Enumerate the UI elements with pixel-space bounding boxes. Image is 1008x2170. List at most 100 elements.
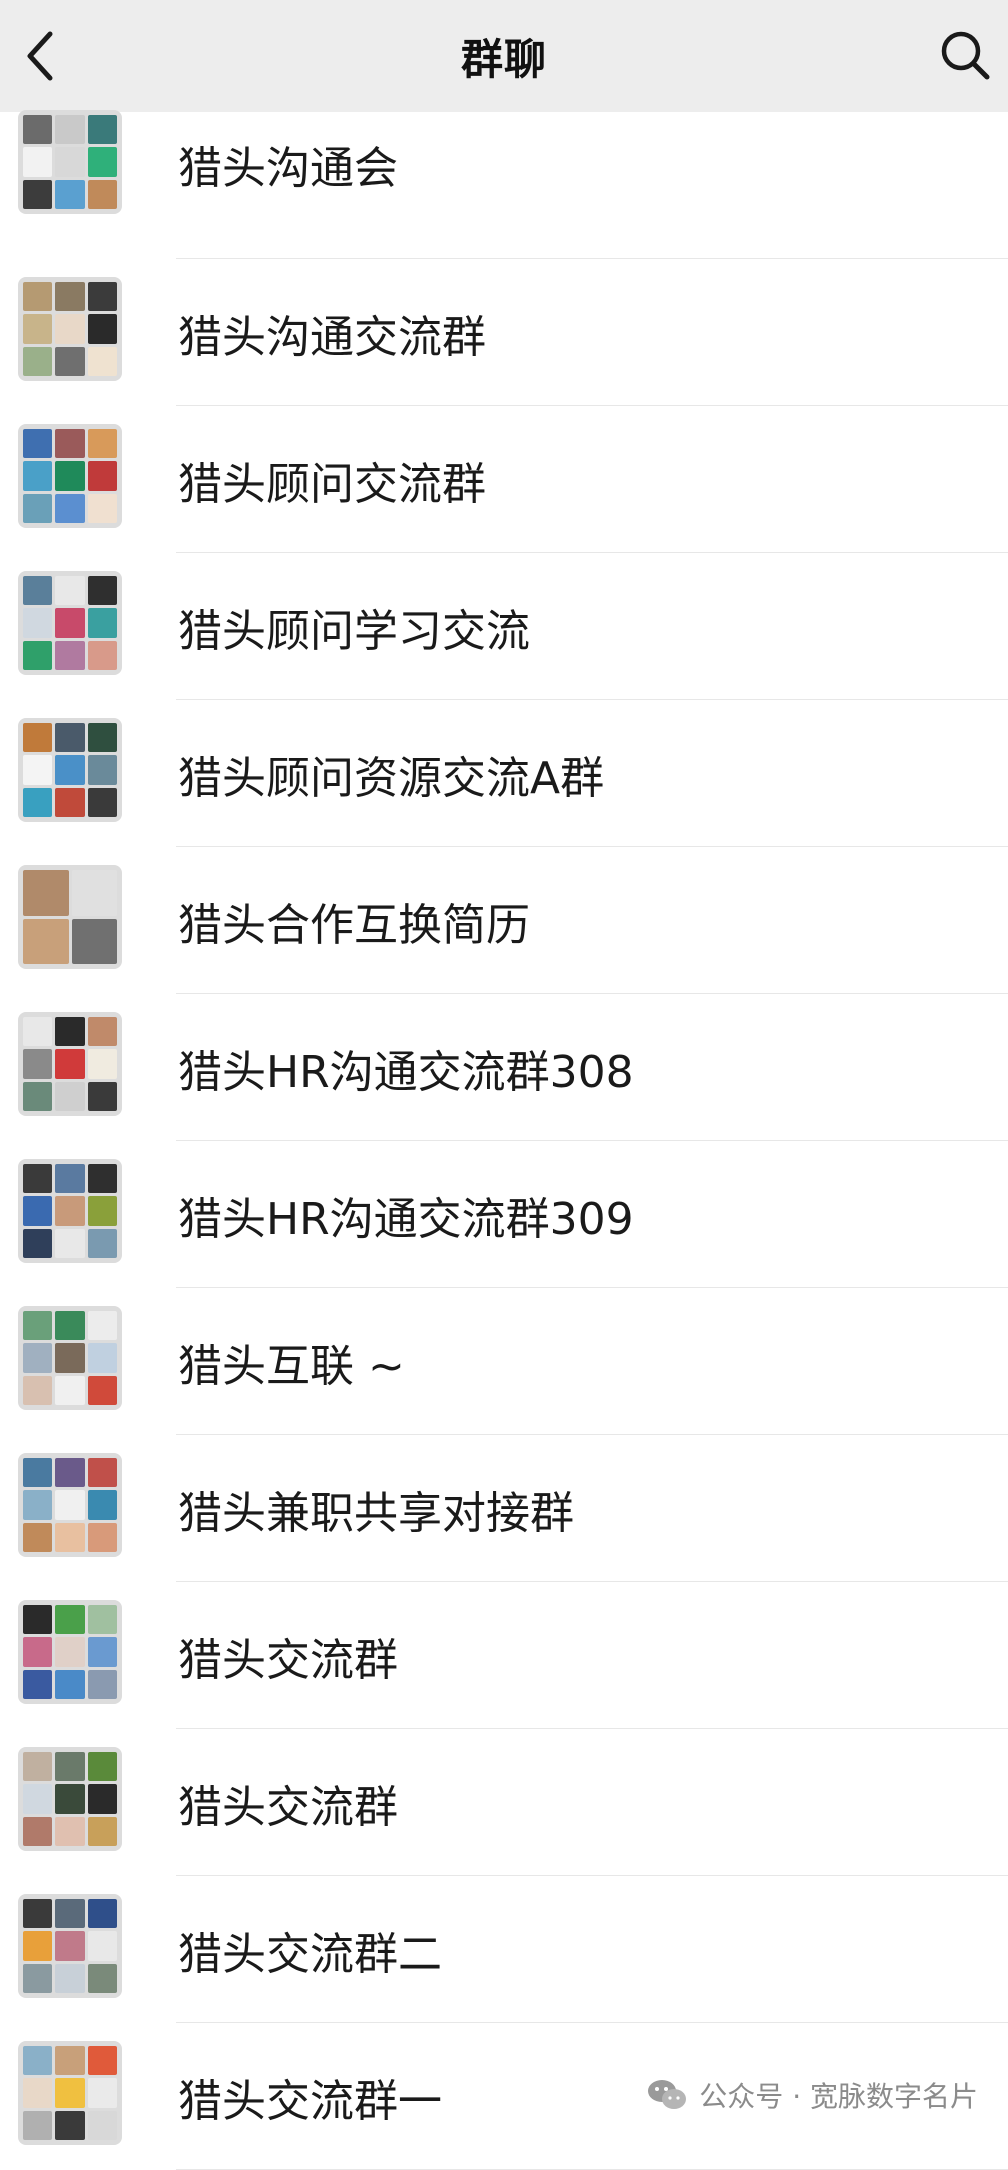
group-chat-item[interactable]: 猎头互联 ~: [0, 1288, 1008, 1435]
member-avatar: [87, 2078, 117, 2108]
member-avatar: [87, 2046, 117, 2076]
watermark: 公众号 · 宽脉数字名片: [647, 2070, 978, 2120]
member-avatar: [71, 870, 117, 916]
member-avatar: [23, 314, 53, 344]
group-chat-item[interactable]: 猎头顾问学习交流: [0, 553, 1008, 700]
watermark-text: 公众号 · 宽脉数字名片: [699, 2080, 978, 2113]
member-avatar: [23, 1196, 53, 1226]
member-avatar: [55, 1458, 85, 1488]
member-avatar: [87, 147, 117, 177]
member-avatar: [55, 1522, 85, 1552]
member-avatar: [55, 1081, 85, 1111]
member-avatar: [87, 1311, 117, 1341]
page-title: 群聊: [460, 34, 547, 84]
group-avatar: [18, 718, 122, 822]
group-name: 猎头HR沟通交流群308: [178, 1046, 634, 1098]
member-avatar: [23, 1081, 53, 1111]
group-chat-item[interactable]: 猎头交流群: [0, 1582, 1008, 1729]
member-avatar: [87, 429, 117, 459]
member-avatar: [87, 461, 117, 491]
member-avatar: [55, 2046, 85, 2076]
member-avatar: [23, 115, 53, 145]
member-avatar: [87, 1458, 117, 1488]
group-chat-item[interactable]: 猎头HR沟通交流群308: [0, 994, 1008, 1141]
member-avatar: [55, 1752, 85, 1782]
group-name: 猎头顾问资源交流A群: [178, 752, 605, 804]
member-avatar: [23, 1375, 53, 1405]
member-avatar: [23, 1228, 53, 1258]
member-avatar: [87, 314, 117, 344]
member-avatar: [87, 1196, 117, 1226]
group-name: 猎头交流群: [178, 1781, 398, 1833]
group-avatar: [18, 424, 122, 528]
group-avatar: [18, 571, 122, 675]
back-button[interactable]: [8, 24, 72, 88]
group-avatar: [18, 110, 122, 214]
member-avatar: [23, 1669, 53, 1699]
member-avatar: [87, 1899, 117, 1929]
member-avatar: [23, 493, 53, 523]
member-avatar: [55, 1963, 85, 1993]
group-chat-item[interactable]: 猎头合作互换简历: [0, 847, 1008, 994]
member-avatar: [55, 1228, 85, 1258]
member-avatar: [55, 576, 85, 606]
member-avatar: [55, 493, 85, 523]
member-avatar: [87, 1228, 117, 1258]
member-avatar: [23, 1164, 53, 1194]
group-avatar: [18, 1012, 122, 1116]
group-avatar: [18, 1453, 122, 1557]
member-avatar: [23, 346, 53, 376]
group-name: 猎头沟通交流群: [178, 311, 486, 363]
member-avatar: [23, 179, 53, 209]
group-chat-item[interactable]: 猎头HR沟通交流群309: [0, 1141, 1008, 1288]
member-avatar: [23, 1931, 53, 1961]
group-name: 猎头顾问学习交流: [178, 605, 530, 657]
member-avatar: [55, 1311, 85, 1341]
member-avatar: [87, 1343, 117, 1373]
member-avatar: [23, 1458, 53, 1488]
member-avatar: [87, 1931, 117, 1961]
member-avatar: [23, 608, 53, 638]
member-avatar: [55, 1637, 85, 1667]
member-avatar: [55, 1931, 85, 1961]
group-chat-item[interactable]: 猎头顾问资源交流A群: [0, 700, 1008, 847]
member-avatar: [87, 115, 117, 145]
member-avatar: [55, 314, 85, 344]
member-avatar: [87, 1017, 117, 1047]
member-avatar: [23, 755, 53, 785]
group-chat-item[interactable]: 猎头沟通会: [0, 110, 1008, 259]
group-chat-item[interactable]: 猎头交流群二: [0, 1876, 1008, 2023]
member-avatar: [55, 147, 85, 177]
member-avatar: [23, 1605, 53, 1635]
member-avatar: [87, 493, 117, 523]
member-avatar: [23, 1343, 53, 1373]
member-avatar: [55, 179, 85, 209]
member-avatar: [55, 115, 85, 145]
member-avatar: [87, 640, 117, 670]
member-avatar: [87, 1375, 117, 1405]
group-chat-item[interactable]: 猎头顾问交流群: [0, 406, 1008, 553]
group-chat-item[interactable]: 猎头兼职共享对接群: [0, 1435, 1008, 1582]
member-avatar: [87, 1605, 117, 1635]
member-avatar: [23, 1816, 53, 1846]
member-avatar: [23, 576, 53, 606]
group-chat-item[interactable]: 猎头交流群: [0, 1729, 1008, 1876]
member-avatar: [23, 723, 53, 753]
group-avatar: [18, 1159, 122, 1263]
member-avatar: [55, 282, 85, 312]
member-avatar: [23, 787, 53, 817]
member-avatar: [87, 346, 117, 376]
member-avatar: [23, 1752, 53, 1782]
member-avatar: [87, 755, 117, 785]
member-avatar: [23, 1017, 53, 1047]
member-avatar: [87, 1522, 117, 1552]
member-avatar: [87, 179, 117, 209]
member-avatar: [55, 461, 85, 491]
member-avatar: [87, 1049, 117, 1079]
search-button[interactable]: [932, 22, 998, 88]
member-avatar: [55, 787, 85, 817]
group-chat-item[interactable]: 猎头沟通交流群: [0, 259, 1008, 406]
member-avatar: [55, 1164, 85, 1194]
chevron-left-icon: [27, 31, 53, 81]
member-avatar: [23, 2078, 53, 2108]
